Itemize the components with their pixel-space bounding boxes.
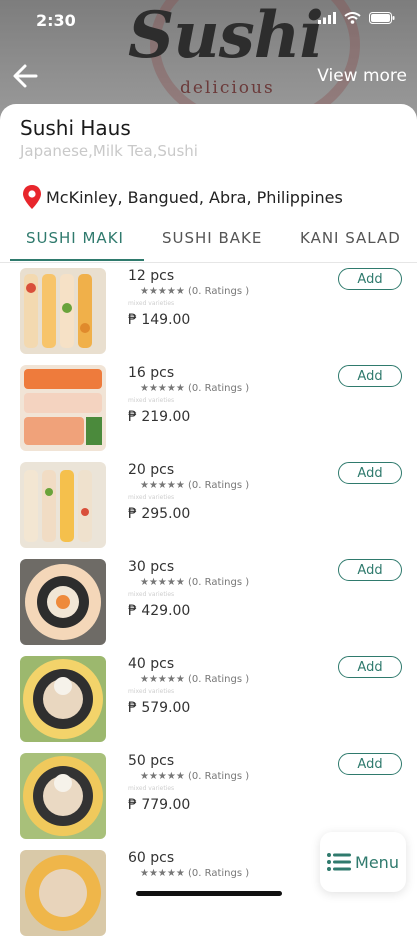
- battery-icon: [369, 12, 395, 24]
- item-thumbnail: [20, 656, 106, 742]
- item-quantity: 12 pcs: [128, 268, 175, 284]
- location-text: McKinley, Bangued, Abra, Philippines: [46, 187, 343, 207]
- wifi-icon: [344, 12, 361, 24]
- list-item[interactable]: 12 pcs ★★★★★ (0. Ratings ) mixed varieti…: [0, 268, 417, 365]
- add-button[interactable]: Add: [338, 753, 402, 775]
- status-icons: [318, 12, 395, 24]
- back-button[interactable]: [10, 60, 42, 92]
- add-button[interactable]: Add: [338, 462, 402, 484]
- item-price: ₱ 295.00: [128, 506, 191, 522]
- item-price: ₱ 579.00: [128, 700, 191, 716]
- category-tabs: SUSHI MAKI SUSHI BAKE KANI SALAD: [0, 219, 417, 263]
- item-price: ₱ 429.00: [128, 603, 191, 619]
- location-pin-icon: [23, 185, 41, 209]
- item-quantity: 60 pcs: [128, 850, 175, 866]
- item-description: mixed varieties: [128, 688, 175, 695]
- list-item[interactable]: 30 pcs ★★★★★ (0. Ratings ) mixed varieti…: [0, 559, 417, 656]
- view-more-link[interactable]: View more: [317, 66, 407, 86]
- item-rating: ★★★★★ (0. Ratings ): [140, 868, 250, 879]
- item-description: mixed varieties: [128, 397, 175, 404]
- item-thumbnail: [20, 850, 106, 936]
- item-quantity: 50 pcs: [128, 753, 175, 769]
- store-name: Sushi Haus: [20, 116, 131, 140]
- item-thumbnail: [20, 462, 106, 548]
- item-quantity: 20 pcs: [128, 462, 175, 478]
- add-button[interactable]: Add: [338, 559, 402, 581]
- list-item[interactable]: 40 pcs ★★★★★ (0. Ratings ) mixed varieti…: [0, 656, 417, 753]
- status-time: 2:30: [36, 11, 76, 30]
- item-rating: ★★★★★ (0. Ratings ): [140, 480, 250, 491]
- item-thumbnail: [20, 559, 106, 645]
- item-description: mixed varieties: [128, 494, 175, 501]
- item-price: ₱ 149.00: [128, 312, 191, 328]
- item-thumbnail: [20, 365, 106, 451]
- item-thumbnail: [20, 753, 106, 839]
- item-price: ₱ 779.00: [128, 797, 191, 813]
- list-icon: [327, 853, 352, 871]
- item-rating: ★★★★★ (0. Ratings ): [140, 286, 250, 297]
- add-button[interactable]: Add: [338, 365, 402, 387]
- menu-button[interactable]: Menu: [320, 832, 406, 892]
- list-item[interactable]: 20 pcs ★★★★★ (0. Ratings ) mixed varieti…: [0, 462, 417, 559]
- add-button[interactable]: Add: [338, 268, 402, 290]
- logo-subtitle: delicious: [180, 78, 275, 98]
- tab-kani-salad[interactable]: KANI SALAD: [300, 229, 401, 247]
- tab-sushi-maki[interactable]: SUSHI MAKI: [26, 229, 124, 247]
- item-description: mixed varieties: [128, 591, 175, 598]
- menu-label: Menu: [355, 852, 399, 872]
- item-description: mixed varieties: [128, 300, 175, 307]
- item-description: mixed varieties: [128, 785, 175, 792]
- home-indicator: [136, 891, 282, 896]
- item-rating: ★★★★★ (0. Ratings ): [140, 674, 250, 685]
- item-quantity: 30 pcs: [128, 559, 175, 575]
- store-location: McKinley, Bangued, Abra, Philippines: [22, 184, 343, 210]
- active-tab-indicator: [10, 259, 144, 261]
- item-quantity: 16 pcs: [128, 365, 175, 381]
- item-rating: ★★★★★ (0. Ratings ): [140, 383, 250, 394]
- signal-icon: [318, 12, 336, 24]
- item-quantity: 40 pcs: [128, 656, 175, 672]
- add-button[interactable]: Add: [338, 656, 402, 678]
- list-item[interactable]: 16 pcs ★★★★★ (0. Ratings ) mixed varieti…: [0, 365, 417, 462]
- status-bar: 2:30: [0, 0, 417, 44]
- item-rating: ★★★★★ (0. Ratings ): [140, 577, 250, 588]
- item-rating: ★★★★★ (0. Ratings ): [140, 771, 250, 782]
- item-thumbnail: [20, 268, 106, 354]
- store-cuisines: Japanese,Milk Tea,Sushi: [20, 142, 198, 160]
- tab-sushi-bake[interactable]: SUSHI BAKE: [162, 229, 262, 247]
- item-price: ₱ 219.00: [128, 409, 191, 425]
- tab-divider: [0, 262, 417, 263]
- arrow-left-icon: [13, 64, 38, 88]
